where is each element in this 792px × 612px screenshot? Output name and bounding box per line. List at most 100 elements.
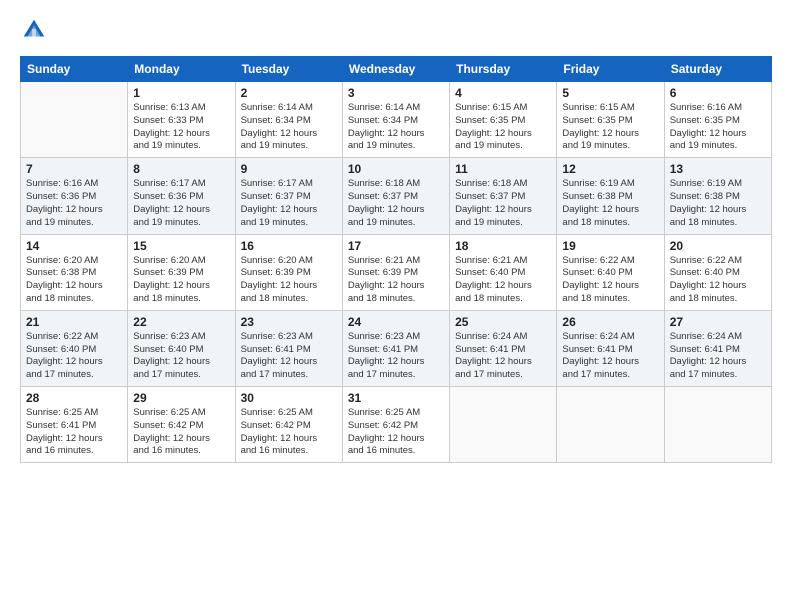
day-info: Sunrise: 6:18 AM Sunset: 6:37 PM Dayligh… — [455, 178, 551, 229]
day-number: 26 — [562, 315, 658, 329]
day-cell: 26 Sunrise: 6:24 AM Sunset: 6:41 PM Dayli… — [557, 310, 664, 386]
day-info: Sunrise: 6:17 AM Sunset: 6:37 PM Dayligh… — [241, 178, 337, 229]
calendar-table: SundayMondayTuesdayWednesdayThursdayFrid… — [20, 56, 772, 463]
weekday-wednesday: Wednesday — [342, 57, 449, 82]
day-cell: 4Sunrise: 6:15 AM Sunset: 6:35 PM Daylig… — [450, 82, 557, 158]
day-number: 7 — [26, 162, 122, 176]
day-cell — [664, 387, 771, 463]
day-cell: 5 Sunrise: 6:15 AM Sunset: 6:35 PM Daylig… — [557, 82, 664, 158]
weekday-thursday: Thursday — [450, 57, 557, 82]
day-cell: 28 Sunrise: 6:25 AM Sunset: 6:41 PM Dayli… — [21, 387, 128, 463]
day-number: 8 — [133, 162, 229, 176]
day-cell — [450, 387, 557, 463]
page: SundayMondayTuesdayWednesdayThursdayFrid… — [0, 0, 792, 612]
day-cell: 17 Sunrise: 6:21 AM Sunset: 6:39 PM Dayli… — [342, 234, 449, 310]
day-cell: 9Sunrise: 6:17 AM Sunset: 6:37 PM Daylig… — [235, 158, 342, 234]
weekday-header-row: SundayMondayTuesdayWednesdayThursdayFrid… — [21, 57, 772, 82]
day-number: 12 — [562, 162, 658, 176]
day-cell: 25 Sunrise: 6:24 AM Sunset: 6:41 PM Dayli… — [450, 310, 557, 386]
logo-icon — [20, 16, 48, 44]
day-info: Sunrise: 6:25 AM Sunset: 6:42 PM Dayligh… — [133, 407, 229, 458]
day-info: Sunrise: 6:21 AM Sunset: 6:40 PM Dayligh… — [455, 255, 551, 306]
day-cell: 18 Sunrise: 6:21 AM Sunset: 6:40 PM Dayli… — [450, 234, 557, 310]
day-cell: 24 Sunrise: 6:23 AM Sunset: 6:41 PM Dayli… — [342, 310, 449, 386]
day-number: 24 — [348, 315, 444, 329]
logo — [20, 16, 52, 44]
day-info: Sunrise: 6:13 AM Sunset: 6:33 PM Dayligh… — [133, 102, 229, 153]
day-number: 15 — [133, 239, 229, 253]
day-number: 6 — [670, 86, 766, 100]
week-row-1: 1 Sunrise: 6:13 AM Sunset: 6:33 PM Daylig… — [21, 82, 772, 158]
day-info: Sunrise: 6:18 AM Sunset: 6:37 PM Dayligh… — [348, 178, 444, 229]
day-cell: 7 Sunrise: 6:16 AM Sunset: 6:36 PM Daylig… — [21, 158, 128, 234]
day-number: 17 — [348, 239, 444, 253]
day-info: Sunrise: 6:21 AM Sunset: 6:39 PM Dayligh… — [348, 255, 444, 306]
day-cell: 21Sunrise: 6:22 AM Sunset: 6:40 PM Dayli… — [21, 310, 128, 386]
day-info: Sunrise: 6:20 AM Sunset: 6:39 PM Dayligh… — [241, 255, 337, 306]
day-info: Sunrise: 6:22 AM Sunset: 6:40 PM Dayligh… — [670, 255, 766, 306]
day-cell: 29 Sunrise: 6:25 AM Sunset: 6:42 PM Dayli… — [128, 387, 235, 463]
day-number: 21 — [26, 315, 122, 329]
day-info: Sunrise: 6:23 AM Sunset: 6:41 PM Dayligh… — [348, 331, 444, 382]
day-cell: 31 Sunrise: 6:25 AM Sunset: 6:42 PM Dayli… — [342, 387, 449, 463]
day-cell: 27 Sunrise: 6:24 AM Sunset: 6:41 PM Dayli… — [664, 310, 771, 386]
day-info: Sunrise: 6:15 AM Sunset: 6:35 PM Dayligh… — [562, 102, 658, 153]
day-info: Sunrise: 6:23 AM Sunset: 6:41 PM Dayligh… — [241, 331, 337, 382]
header — [20, 16, 772, 44]
weekday-monday: Monday — [128, 57, 235, 82]
day-info: Sunrise: 6:20 AM Sunset: 6:39 PM Dayligh… — [133, 255, 229, 306]
day-number: 28 — [26, 391, 122, 405]
day-cell: 10 Sunrise: 6:18 AM Sunset: 6:37 PM Dayli… — [342, 158, 449, 234]
day-cell: 2 Sunrise: 6:14 AM Sunset: 6:34 PM Daylig… — [235, 82, 342, 158]
day-cell: 12 Sunrise: 6:19 AM Sunset: 6:38 PM Dayli… — [557, 158, 664, 234]
day-info: Sunrise: 6:19 AM Sunset: 6:38 PM Dayligh… — [562, 178, 658, 229]
day-cell: 1 Sunrise: 6:13 AM Sunset: 6:33 PM Daylig… — [128, 82, 235, 158]
day-number: 18 — [455, 239, 551, 253]
day-cell: 13 Sunrise: 6:19 AM Sunset: 6:38 PM Dayli… — [664, 158, 771, 234]
weekday-sunday: Sunday — [21, 57, 128, 82]
day-number: 10 — [348, 162, 444, 176]
day-info: Sunrise: 6:14 AM Sunset: 6:34 PM Dayligh… — [241, 102, 337, 153]
day-info: Sunrise: 6:23 AM Sunset: 6:40 PM Dayligh… — [133, 331, 229, 382]
week-row-4: 21Sunrise: 6:22 AM Sunset: 6:40 PM Dayli… — [21, 310, 772, 386]
day-info: Sunrise: 6:25 AM Sunset: 6:41 PM Dayligh… — [26, 407, 122, 458]
day-number: 22 — [133, 315, 229, 329]
day-number: 19 — [562, 239, 658, 253]
day-info: Sunrise: 6:16 AM Sunset: 6:36 PM Dayligh… — [26, 178, 122, 229]
weekday-friday: Friday — [557, 57, 664, 82]
day-number: 23 — [241, 315, 337, 329]
day-cell: 6Sunrise: 6:16 AM Sunset: 6:35 PM Daylig… — [664, 82, 771, 158]
day-info: Sunrise: 6:15 AM Sunset: 6:35 PM Dayligh… — [455, 102, 551, 153]
week-row-2: 7 Sunrise: 6:16 AM Sunset: 6:36 PM Daylig… — [21, 158, 772, 234]
day-cell: 23 Sunrise: 6:23 AM Sunset: 6:41 PM Dayli… — [235, 310, 342, 386]
day-cell — [21, 82, 128, 158]
day-cell: 15 Sunrise: 6:20 AM Sunset: 6:39 PM Dayli… — [128, 234, 235, 310]
day-number: 25 — [455, 315, 551, 329]
day-info: Sunrise: 6:24 AM Sunset: 6:41 PM Dayligh… — [670, 331, 766, 382]
week-row-5: 28 Sunrise: 6:25 AM Sunset: 6:41 PM Dayli… — [21, 387, 772, 463]
day-number: 5 — [562, 86, 658, 100]
day-info: Sunrise: 6:24 AM Sunset: 6:41 PM Dayligh… — [455, 331, 551, 382]
day-number: 20 — [670, 239, 766, 253]
week-row-3: 14Sunrise: 6:20 AM Sunset: 6:38 PM Dayli… — [21, 234, 772, 310]
day-info: Sunrise: 6:25 AM Sunset: 6:42 PM Dayligh… — [348, 407, 444, 458]
day-number: 11 — [455, 162, 551, 176]
day-cell: 20 Sunrise: 6:22 AM Sunset: 6:40 PM Dayli… — [664, 234, 771, 310]
day-number: 1 — [133, 86, 229, 100]
day-number: 31 — [348, 391, 444, 405]
weekday-saturday: Saturday — [664, 57, 771, 82]
day-number: 13 — [670, 162, 766, 176]
day-cell: 11 Sunrise: 6:18 AM Sunset: 6:37 PM Dayli… — [450, 158, 557, 234]
day-number: 3 — [348, 86, 444, 100]
day-cell: 22 Sunrise: 6:23 AM Sunset: 6:40 PM Dayli… — [128, 310, 235, 386]
day-number: 14 — [26, 239, 122, 253]
day-number: 29 — [133, 391, 229, 405]
day-cell: 16Sunrise: 6:20 AM Sunset: 6:39 PM Dayli… — [235, 234, 342, 310]
day-cell: 8 Sunrise: 6:17 AM Sunset: 6:36 PM Daylig… — [128, 158, 235, 234]
day-number: 27 — [670, 315, 766, 329]
day-info: Sunrise: 6:19 AM Sunset: 6:38 PM Dayligh… — [670, 178, 766, 229]
day-info: Sunrise: 6:17 AM Sunset: 6:36 PM Dayligh… — [133, 178, 229, 229]
day-number: 2 — [241, 86, 337, 100]
day-info: Sunrise: 6:24 AM Sunset: 6:41 PM Dayligh… — [562, 331, 658, 382]
day-cell — [557, 387, 664, 463]
